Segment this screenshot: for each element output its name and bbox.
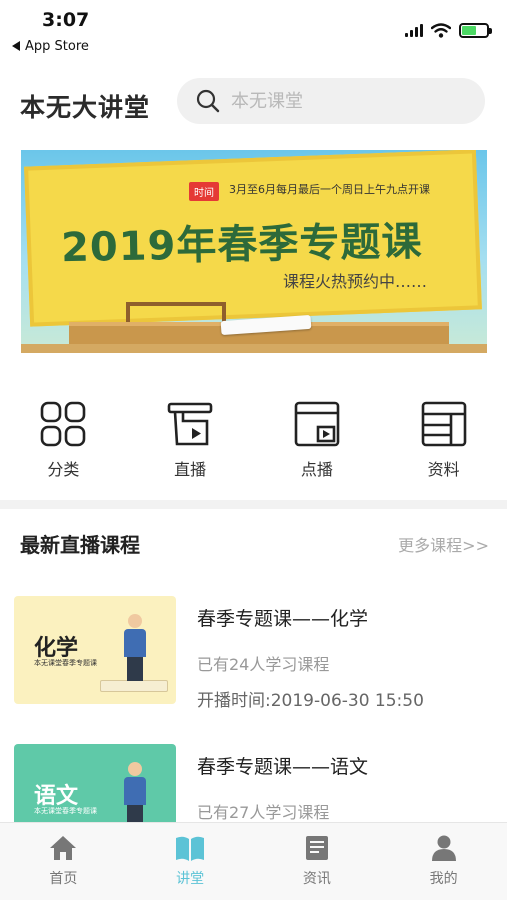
thumbnail-caption: 本无课堂春季专题课 <box>34 807 97 815</box>
home-icon <box>48 833 78 863</box>
more-courses-link[interactable]: 更多课程>> <box>398 532 489 556</box>
shortcut-category[interactable]: 分类 <box>0 400 127 490</box>
shortcut-label: 分类 <box>47 460 80 479</box>
course-title: 春季专题课——语文 <box>197 756 369 778</box>
shortcut-label: 直播 <box>174 460 207 479</box>
course-learners: 已有24人学习课程 <box>197 655 330 674</box>
shortcut-label: 点播 <box>300 460 333 479</box>
course-title: 春季专题课——化学 <box>197 608 369 630</box>
search-icon <box>196 89 220 113</box>
course-card[interactable]: 化学 本无课堂春季专题课 春季专题课——化学 已有24人学习课程 开播时间:20… <box>0 596 507 726</box>
tab-label: 首页 <box>49 871 78 887</box>
banner-ground <box>21 344 487 353</box>
back-label: App Store <box>25 39 89 54</box>
course-thumbnail: 化学 本无课堂春季专题课 <box>14 596 176 704</box>
tab-profile[interactable]: 我的 <box>380 823 507 900</box>
shortcut-live[interactable]: 直播 <box>127 400 254 490</box>
shortcut-materials[interactable]: 资料 <box>380 400 507 490</box>
section-title: 最新直播课程 <box>20 533 140 557</box>
banner-tag: 时间 <box>189 182 219 201</box>
banner-subline: 课程火热预约中…… <box>283 272 428 291</box>
status-bar: 3:07 App Store <box>0 0 507 58</box>
cellular-signal-icon <box>405 23 423 37</box>
tab-lecture-hall[interactable]: 讲堂 <box>127 823 254 900</box>
banner-headline: 2019年春季专题课 <box>60 218 423 272</box>
course-start-time: 开播时间:2019-06-30 15:50 <box>197 691 424 711</box>
search-input[interactable] <box>231 90 471 112</box>
bottom-tab-bar: 首页 讲堂 资讯 我的 <box>0 822 507 900</box>
wifi-icon <box>431 22 451 38</box>
search-bar[interactable] <box>177 78 485 124</box>
app-title: 本无大讲堂 <box>20 93 151 122</box>
thumbnail-caption: 本无课堂春季专题课 <box>34 659 97 667</box>
category-grid-icon <box>39 400 87 448</box>
tab-label: 资讯 <box>302 871 331 887</box>
promo-banner[interactable]: 时间 3月至6月每月最后一个周日上午九点开课 2019年春季专题课 课程火热预约… <box>21 150 487 353</box>
news-icon <box>302 833 332 863</box>
book-open-icon <box>175 833 205 863</box>
banner-chair-illustration <box>126 302 226 322</box>
live-broadcast-icon <box>166 400 214 448</box>
shortcut-on-demand[interactable]: 点播 <box>254 400 381 490</box>
shortcut-row: 分类 直播 点播 资料 <box>0 400 507 490</box>
course-learners: 已有27人学习课程 <box>197 803 330 822</box>
profile-icon <box>429 833 459 863</box>
tab-label: 我的 <box>429 871 458 887</box>
shortcut-label: 资料 <box>427 460 460 479</box>
back-arrow-icon <box>12 40 20 51</box>
banner-schedule: 3月至6月每月最后一个周日上午九点开课 <box>229 183 430 196</box>
teacher-illustration <box>120 614 150 684</box>
back-to-app-store[interactable]: App Store <box>12 39 89 54</box>
video-on-demand-icon <box>293 400 341 448</box>
tab-home[interactable]: 首页 <box>0 823 127 900</box>
battery-icon <box>459 22 492 38</box>
section-divider <box>0 500 507 509</box>
status-icons <box>405 20 492 40</box>
materials-icon <box>420 400 468 448</box>
tab-label: 讲堂 <box>176 871 205 887</box>
status-time: 3:07 <box>42 9 90 31</box>
tab-news[interactable]: 资讯 <box>254 823 381 900</box>
